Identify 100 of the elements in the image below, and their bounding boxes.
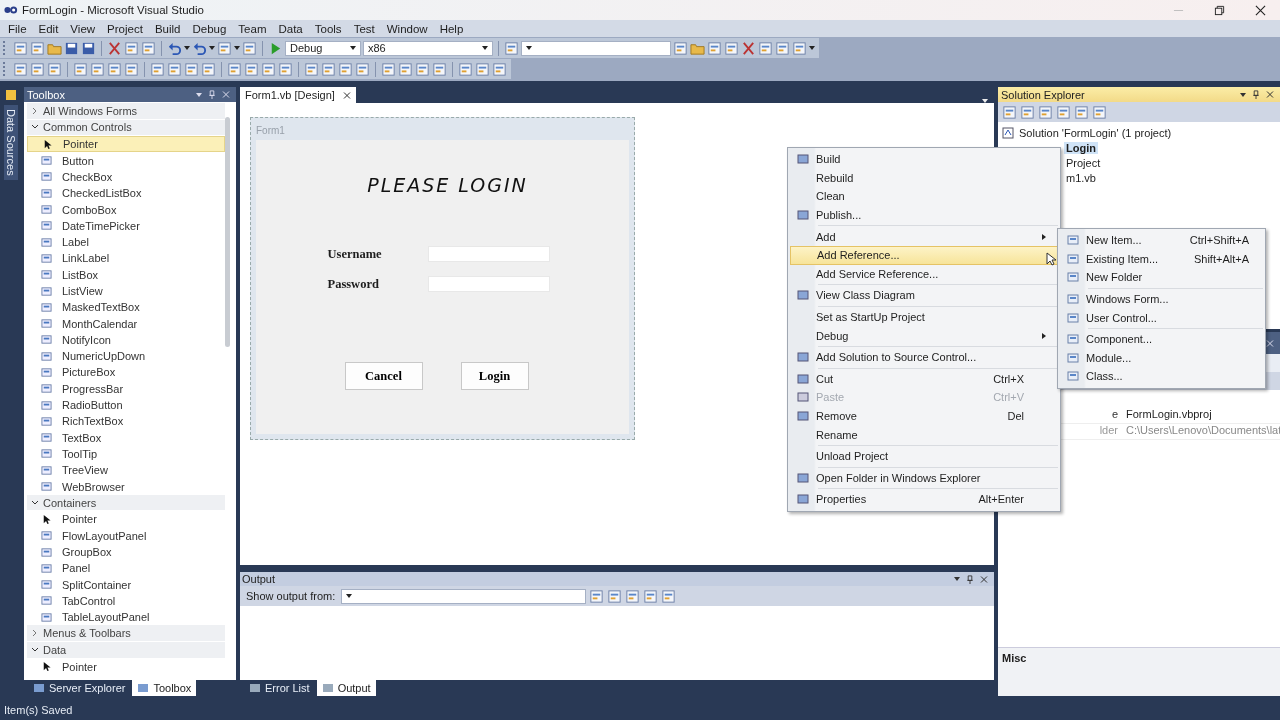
control-item[interactable]: WebBrowser bbox=[27, 478, 225, 495]
menu-item[interactable]: Existing Item... Shift+Alt+A bbox=[1060, 249, 1263, 269]
menu-item[interactable]: Windows Form... bbox=[1060, 289, 1263, 309]
control-item[interactable]: LinkLabel bbox=[27, 250, 225, 267]
tool-window-tab[interactable]: Output bbox=[316, 680, 376, 696]
layout-icon[interactable] bbox=[458, 61, 473, 77]
control-item[interactable]: DateTimePicker bbox=[27, 217, 225, 234]
menu-item[interactable]: Unload Project bbox=[790, 446, 1058, 466]
form-button[interactable]: Login bbox=[460, 362, 529, 390]
control-item[interactable]: NumericUpDown bbox=[27, 348, 225, 365]
caret-icon[interactable] bbox=[954, 577, 960, 581]
control-item[interactable]: PictureBox bbox=[27, 364, 225, 381]
control-item[interactable]: CheckedListBox bbox=[27, 185, 225, 202]
menu-item[interactable]: Add bbox=[790, 227, 1058, 246]
menu-item[interactable]: Class... bbox=[1060, 367, 1263, 386]
save-icon[interactable] bbox=[64, 40, 79, 56]
tool-window-tab[interactable]: Server Explorer bbox=[28, 680, 131, 696]
control-item[interactable]: Pointer bbox=[27, 136, 225, 153]
control-item[interactable]: MonthCalendar bbox=[27, 315, 225, 332]
layout-icon[interactable] bbox=[47, 61, 62, 77]
pin-icon[interactable] bbox=[966, 574, 974, 584]
layout-icon[interactable] bbox=[304, 61, 319, 77]
tool-window-tab[interactable]: Error List bbox=[244, 680, 315, 696]
control-item[interactable]: MaskedTextBox bbox=[27, 299, 225, 316]
data-sources-tab[interactable]: Data Sources bbox=[4, 105, 18, 180]
menu-item[interactable]: Build bbox=[790, 150, 1058, 169]
menu-item[interactable]: Edit bbox=[32, 22, 65, 35]
layout-icon[interactable] bbox=[13, 61, 28, 77]
control-item[interactable]: Panel bbox=[27, 560, 225, 577]
layout-icon[interactable] bbox=[625, 588, 641, 604]
layout-icon[interactable] bbox=[30, 61, 45, 77]
layout-icon[interactable] bbox=[381, 61, 396, 77]
layout-icon[interactable] bbox=[475, 61, 490, 77]
control-item[interactable]: ListView bbox=[27, 282, 225, 300]
menu-item[interactable]: Cut Ctrl+X bbox=[790, 369, 1058, 389]
close-icon[interactable] bbox=[1255, 4, 1266, 16]
layout-icon[interactable] bbox=[643, 588, 659, 604]
toolbox-group[interactable]: Menus & Toolbars bbox=[27, 625, 225, 642]
menu-item[interactable]: Tools bbox=[308, 22, 348, 35]
undo-icon[interactable] bbox=[167, 40, 182, 56]
control-item[interactable]: TreeView bbox=[27, 462, 225, 479]
layout-icon[interactable] bbox=[73, 61, 88, 77]
control-item[interactable]: ProgressBar bbox=[27, 380, 225, 397]
menu-item[interactable]: Data bbox=[272, 22, 309, 35]
control-item[interactable]: Pointer bbox=[27, 658, 225, 675]
find-dropdown[interactable] bbox=[521, 40, 671, 56]
menu-item[interactable]: Add Solution to Source Control... bbox=[790, 347, 1058, 367]
layout-icon[interactable] bbox=[338, 61, 353, 77]
caret-icon[interactable] bbox=[196, 92, 202, 97]
layout-icon[interactable] bbox=[261, 61, 276, 77]
configuration-dropdown[interactable]: Debug bbox=[285, 40, 361, 56]
control-item[interactable]: TableLayoutPanel bbox=[27, 609, 225, 626]
control-item[interactable]: NotifyIcon bbox=[27, 331, 225, 349]
menu-item[interactable]: Component... bbox=[1060, 329, 1263, 349]
form-button[interactable]: Cancel bbox=[344, 362, 423, 390]
menu-item[interactable]: Module... bbox=[1060, 348, 1263, 368]
layout-icon[interactable] bbox=[201, 61, 216, 77]
control-item[interactable]: RadioButton bbox=[27, 396, 225, 414]
caret-icon[interactable] bbox=[234, 46, 240, 50]
control-item[interactable]: ComboBox bbox=[27, 201, 225, 218]
menu-item[interactable]: Publish... bbox=[790, 205, 1058, 225]
control-item[interactable]: Pointer bbox=[27, 511, 225, 528]
menu-item[interactable]: Open Folder in Windows Explorer bbox=[790, 468, 1058, 488]
menu-item[interactable]: Rebuild bbox=[790, 168, 1058, 188]
control-item[interactable]: TextBox bbox=[27, 429, 225, 446]
menu-item[interactable]: File bbox=[2, 22, 33, 35]
menu-item[interactable]: Build bbox=[148, 22, 187, 35]
tree-item[interactable]: Solution 'FormLogin' (1 project) bbox=[1017, 126, 1174, 139]
tool-window-tab[interactable]: Toolbox bbox=[132, 680, 197, 696]
menu-item[interactable]: Clean bbox=[790, 187, 1058, 206]
caret-icon[interactable] bbox=[809, 46, 815, 50]
control-item[interactable]: Button bbox=[27, 152, 225, 169]
layout-icon[interactable] bbox=[244, 61, 259, 77]
tree-item[interactable]: Project bbox=[1064, 156, 1103, 169]
document-tab[interactable]: Form1.vb [Design] bbox=[240, 87, 356, 103]
layout-icon[interactable] bbox=[167, 61, 182, 77]
layout-icon[interactable] bbox=[1056, 104, 1071, 120]
layout-icon[interactable] bbox=[90, 61, 105, 77]
save-all-icon[interactable] bbox=[81, 40, 96, 56]
control-item[interactable]: TabControl bbox=[27, 592, 225, 610]
layout-icon[interactable] bbox=[184, 61, 199, 77]
layout-icon[interactable] bbox=[1074, 104, 1089, 120]
layout-icon[interactable] bbox=[124, 61, 139, 77]
layout-icon[interactable] bbox=[607, 588, 623, 604]
layout-icon[interactable] bbox=[492, 61, 507, 77]
layout-icon[interactable] bbox=[107, 61, 122, 77]
menu-item[interactable]: Properties Alt+Enter bbox=[790, 490, 1058, 509]
menu-item[interactable]: Help bbox=[433, 22, 470, 35]
toolbox-group[interactable]: All Windows Forms bbox=[27, 103, 225, 120]
layout-icon[interactable] bbox=[415, 61, 430, 77]
tree-item[interactable]: m1.vb bbox=[1064, 171, 1098, 184]
caret-icon[interactable] bbox=[1240, 92, 1246, 97]
menu-item[interactable]: New Folder bbox=[1060, 268, 1263, 287]
menu-item[interactable]: New Item... Ctrl+Shift+A bbox=[1060, 231, 1263, 250]
control-item[interactable]: CheckBox bbox=[27, 168, 225, 186]
caret-icon[interactable] bbox=[209, 46, 215, 50]
platform-dropdown[interactable]: x86 bbox=[363, 40, 493, 56]
layout-icon[interactable] bbox=[278, 61, 293, 77]
restore-icon[interactable] bbox=[1214, 4, 1225, 16]
menu-item[interactable]: Add Service Reference... bbox=[790, 264, 1058, 284]
